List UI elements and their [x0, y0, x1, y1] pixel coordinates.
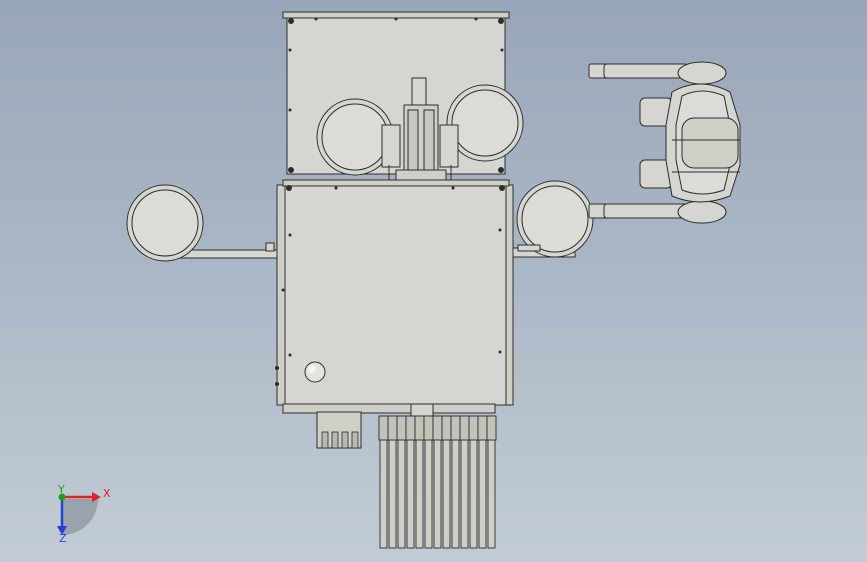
gripper-lower-knuckle — [677, 200, 727, 224]
left-arm-clamp — [265, 242, 275, 252]
upper-right-reel-inner — [451, 89, 519, 157]
lower-panel-knob — [304, 361, 326, 383]
cad-viewport[interactable]: X Y Z — [0, 0, 867, 562]
left-reel-assembly — [126, 184, 287, 262]
x-axis-label: X — [103, 487, 111, 500]
gripper-center-pod — [681, 117, 739, 169]
tube-cap — [486, 415, 497, 441]
tube-cap — [396, 415, 407, 441]
feeder-rail-right — [423, 109, 435, 171]
upper-panel-top-edge — [282, 11, 510, 19]
right-reel-inner — [521, 185, 589, 253]
y-axis-label: Y — [57, 483, 65, 496]
tube-cap — [414, 415, 425, 441]
tube-cap — [468, 415, 479, 441]
tube-cap — [450, 415, 461, 441]
feeder-rail-left — [407, 109, 419, 171]
tube-cap — [441, 415, 452, 441]
gripper-head — [588, 61, 741, 224]
orientation-triad: X Y Z — [57, 483, 111, 545]
hanging-tubes — [378, 415, 497, 549]
tube-cap — [477, 415, 488, 441]
lower-panel-top-edge — [282, 179, 510, 187]
lower-panel — [275, 179, 514, 406]
right-arm-clamp — [517, 244, 541, 252]
tube-cap — [423, 415, 434, 441]
upper-panel — [282, 11, 524, 176]
tube-cap — [459, 415, 470, 441]
right-reel-assembly — [504, 180, 594, 258]
tube-cap — [405, 415, 416, 441]
left-reel-inner — [131, 189, 199, 257]
z-axis-label: Z — [59, 532, 67, 545]
feeder-side-block-left — [381, 124, 401, 168]
base-plate — [282, 403, 496, 414]
feeder-top-post — [411, 77, 427, 109]
tube-cap — [378, 415, 389, 441]
upper-left-reel-inner — [321, 103, 389, 171]
gripper-upper-knuckle — [677, 61, 727, 85]
gripper-lower-arm — [603, 203, 689, 219]
tube-cap — [432, 415, 443, 441]
gripper-upper-arm — [603, 63, 689, 79]
feeder-side-block-right — [439, 124, 459, 168]
triad-shade — [62, 499, 98, 535]
tube-cap — [387, 415, 398, 441]
